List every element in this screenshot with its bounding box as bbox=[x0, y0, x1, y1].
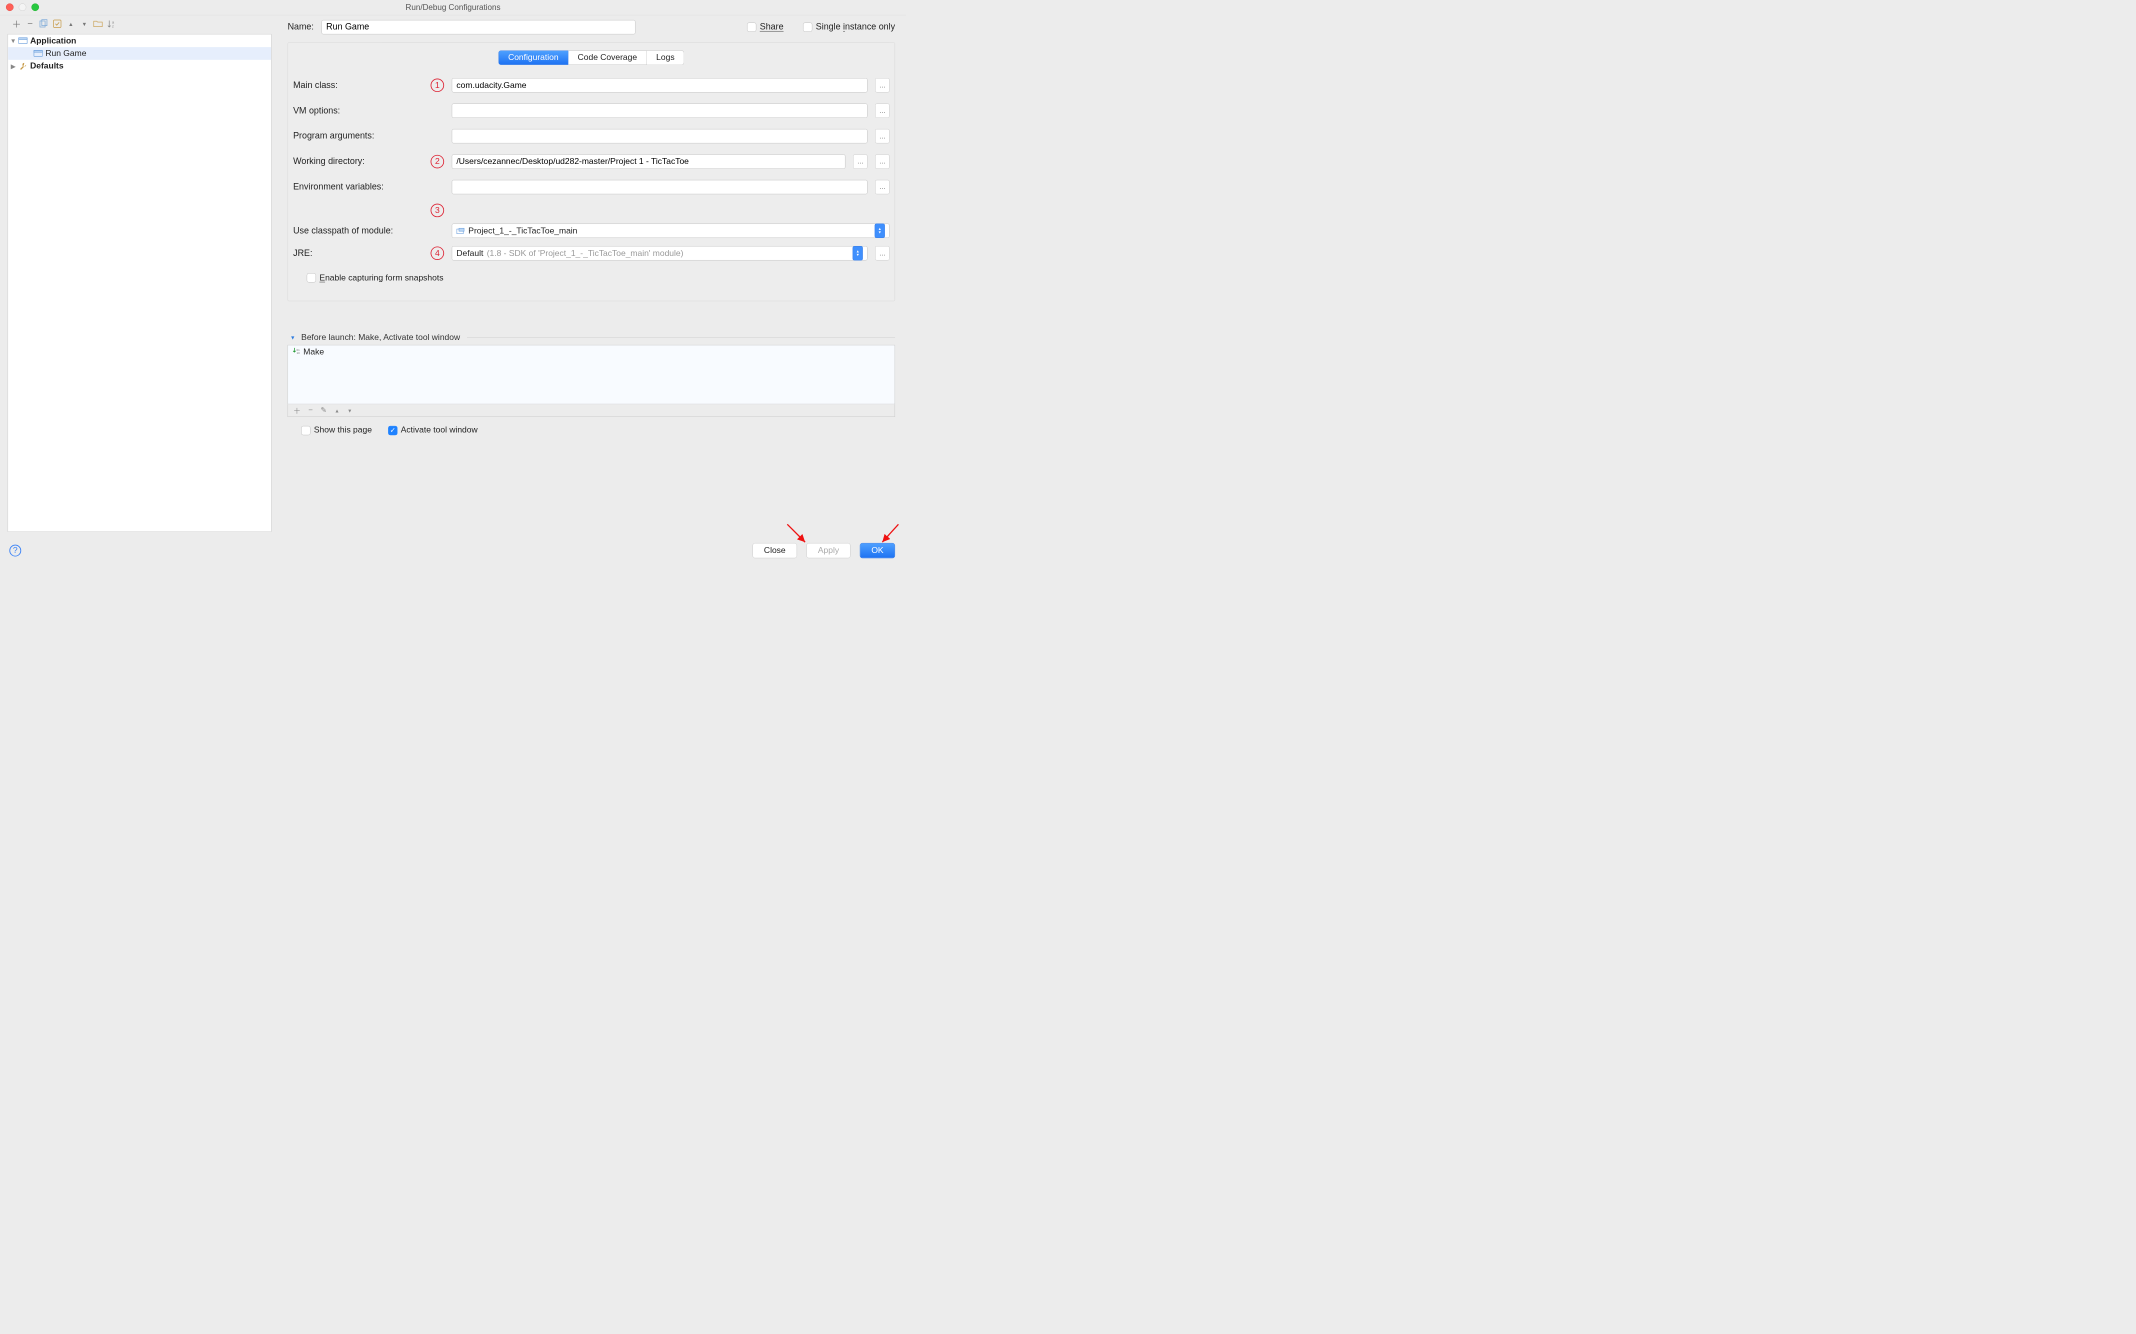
add-task-icon[interactable]: ＋ bbox=[293, 405, 301, 416]
expand-icon[interactable]: ▼ bbox=[8, 37, 18, 44]
titlebar: Run/Debug Configurations bbox=[0, 0, 906, 15]
classpath-module-select[interactable]: Project_1_-_TicTacToe_main ▲▼ bbox=[452, 224, 890, 238]
expand-icon[interactable]: ▶ bbox=[8, 62, 18, 70]
window-traffic-lights bbox=[6, 3, 39, 11]
remove-config-icon[interactable]: − bbox=[25, 19, 34, 28]
program-args-label: Program arguments: bbox=[293, 131, 426, 141]
application-icon bbox=[18, 37, 27, 45]
add-config-icon[interactable]: ＋ bbox=[12, 19, 21, 28]
run-config-icon bbox=[34, 50, 43, 58]
working-dir-input[interactable] bbox=[452, 154, 846, 168]
window-title: Run/Debug Configurations bbox=[406, 3, 501, 12]
before-launch-toolbar: ＋ − ✎ ▲ ▼ bbox=[288, 404, 895, 417]
ok-button[interactable]: OK bbox=[860, 543, 895, 558]
config-toolbar: ＋ − ▲ ▼ az bbox=[0, 15, 271, 32]
help-icon[interactable]: ? bbox=[9, 545, 21, 557]
tabstrip: Configuration Code Coverage Logs bbox=[293, 50, 889, 64]
folder-icon[interactable] bbox=[93, 19, 102, 28]
main-class-label: Main class: bbox=[293, 80, 426, 90]
env-vars-label: Environment variables: bbox=[293, 182, 426, 192]
sort-az-icon[interactable]: az bbox=[107, 19, 116, 28]
list-item[interactable]: 0110 Make bbox=[288, 345, 895, 359]
move-down-icon[interactable]: ▼ bbox=[80, 19, 89, 28]
main-class-input[interactable] bbox=[452, 78, 868, 92]
browse-main-class-button[interactable]: … bbox=[875, 78, 889, 92]
before-launch-header[interactable]: ▼ Before launch: Make, Activate tool win… bbox=[288, 333, 895, 343]
browse-jre-button[interactable]: … bbox=[875, 246, 889, 260]
show-this-page-checkbox[interactable]: Show this page bbox=[301, 425, 372, 435]
tree-run-game[interactable]: Run Game bbox=[8, 47, 271, 60]
program-args-input[interactable] bbox=[452, 129, 868, 143]
enable-snapshots-checkbox[interactable]: Enable capturing form snapshots bbox=[307, 273, 444, 283]
move-task-down-icon[interactable]: ▼ bbox=[347, 407, 352, 413]
close-button[interactable]: Close bbox=[752, 543, 797, 558]
tree-app-node[interactable]: ▼ Application bbox=[8, 34, 271, 47]
callout-3: 3 bbox=[431, 204, 445, 218]
vm-options-label: VM options: bbox=[293, 106, 426, 116]
tab-configuration[interactable]: Configuration bbox=[498, 50, 568, 64]
config-panel: Configuration Code Coverage Logs Main cl… bbox=[288, 42, 895, 301]
apply-button[interactable]: Apply bbox=[806, 543, 850, 558]
expand-program-args-button[interactable]: … bbox=[875, 129, 889, 143]
activate-tool-window-checkbox[interactable]: ✓Activate tool window bbox=[388, 425, 478, 435]
before-launch-list[interactable]: 0110 Make bbox=[288, 345, 895, 404]
callout-1: 1 bbox=[431, 78, 445, 92]
move-up-icon[interactable]: ▲ bbox=[66, 19, 75, 28]
svg-text:a: a bbox=[112, 20, 115, 24]
expand-working-dir-button[interactable]: … bbox=[875, 154, 889, 168]
jre-label: JRE: bbox=[293, 248, 426, 258]
env-vars-input[interactable] bbox=[452, 180, 868, 194]
working-dir-label: Working directory: bbox=[293, 157, 426, 167]
callout-2: 2 bbox=[431, 155, 445, 169]
make-icon: 0110 bbox=[292, 347, 300, 357]
svg-text:z: z bbox=[112, 24, 114, 28]
edit-env-vars-button[interactable]: … bbox=[875, 180, 889, 194]
single-instance-checkbox[interactable]: Single instance only bbox=[803, 22, 895, 32]
save-config-icon[interactable] bbox=[53, 19, 62, 28]
vm-options-input[interactable] bbox=[452, 104, 868, 118]
close-window-icon[interactable] bbox=[6, 3, 14, 11]
defaults-icon bbox=[18, 62, 27, 70]
remove-task-icon[interactable]: − bbox=[308, 406, 312, 415]
browse-working-dir-button[interactable]: … bbox=[853, 154, 867, 168]
classpath-label: Use classpath of module: bbox=[293, 226, 426, 236]
tree-label: Run Game bbox=[45, 49, 86, 59]
share-checkbox[interactable]: Share bbox=[747, 22, 784, 32]
jre-select[interactable]: Default (1.8 - SDK of 'Project_1_-_TicTa… bbox=[452, 246, 868, 260]
svg-text:10: 10 bbox=[297, 351, 300, 355]
tree-defaults-node[interactable]: ▶ Defaults bbox=[8, 60, 271, 73]
minimize-window-icon bbox=[19, 3, 27, 11]
module-icon bbox=[456, 227, 464, 234]
expand-vm-options-button[interactable]: … bbox=[875, 104, 889, 118]
tree-label: Defaults bbox=[30, 61, 63, 71]
tab-code-coverage[interactable]: Code Coverage bbox=[568, 50, 647, 64]
config-tree[interactable]: ▼ Application Run Game ▶ bbox=[8, 34, 272, 532]
dropdown-arrows-icon: ▲▼ bbox=[853, 246, 863, 260]
move-task-up-icon[interactable]: ▲ bbox=[335, 407, 340, 413]
callout-4: 4 bbox=[431, 246, 445, 260]
tree-label: Application bbox=[30, 36, 76, 46]
name-label: Name: bbox=[288, 22, 314, 32]
copy-config-icon[interactable] bbox=[39, 19, 48, 28]
dropdown-arrows-icon: ▲▼ bbox=[875, 224, 885, 238]
edit-task-icon[interactable]: ✎ bbox=[320, 406, 326, 415]
config-name-input[interactable] bbox=[321, 20, 635, 34]
tab-logs[interactable]: Logs bbox=[647, 50, 684, 64]
maximize-window-icon[interactable] bbox=[31, 3, 39, 11]
collapse-icon[interactable]: ▼ bbox=[288, 334, 298, 340]
